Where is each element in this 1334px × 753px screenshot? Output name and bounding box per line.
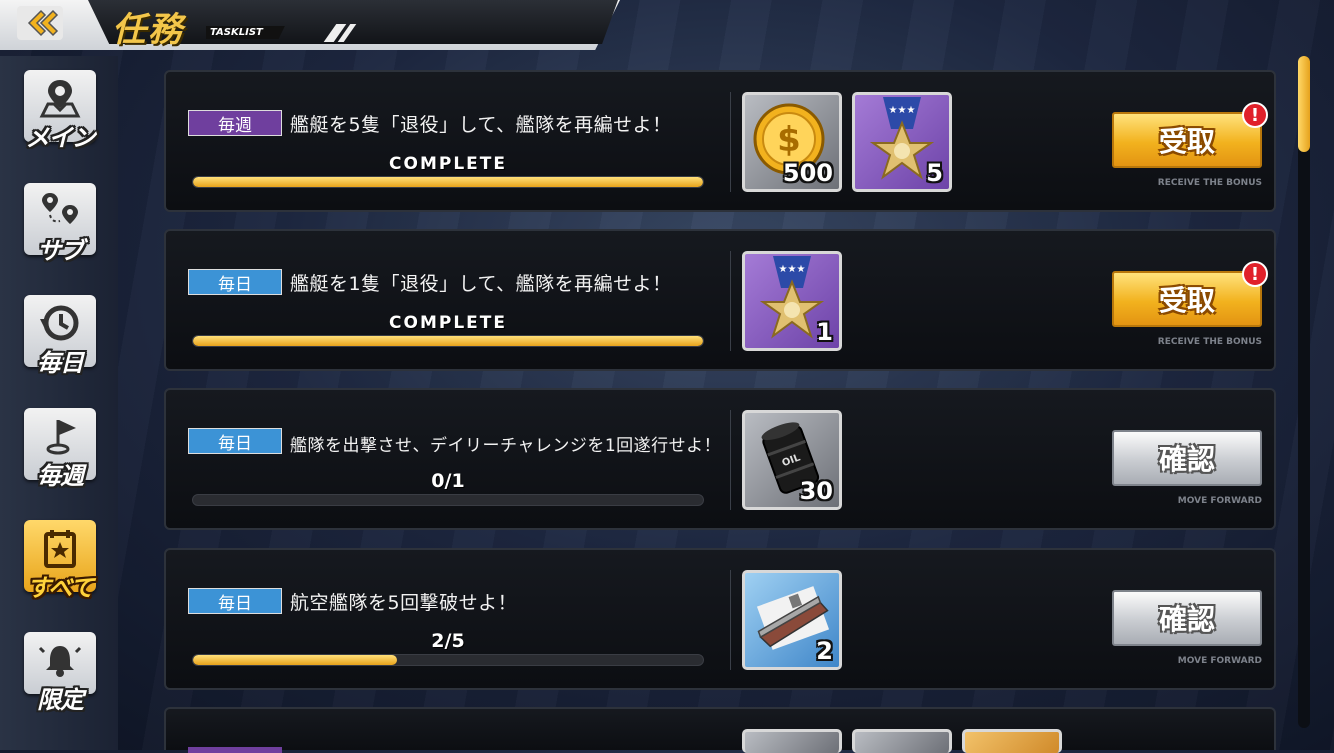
reward-count: 30 [799, 477, 833, 505]
task-card: 毎日 艦隊を出撃させ、デイリーチャレンジを1回遂行せよ！ 0/1 OIL 30 … [164, 388, 1276, 530]
task-description: 航空艦隊を5回撃破せよ！ [290, 592, 518, 614]
header-bar: 任務 TASKLIST [0, 0, 640, 52]
reward-oil: OIL 30 [742, 410, 842, 510]
svg-text:★★★: ★★★ [779, 264, 806, 275]
sidebar-item-label: サブ [37, 237, 84, 265]
action-caption: MOVE FORWARD [1177, 656, 1262, 666]
scrollbar-track[interactable] [1298, 56, 1310, 728]
reward-count: 500 [782, 159, 833, 187]
reward-count: 2 [816, 637, 833, 665]
reward-count: 1 [816, 318, 833, 346]
alert-badge: ! [1242, 102, 1268, 128]
calendar-star-icon [44, 530, 76, 568]
reward-coin [742, 729, 842, 753]
sidebar-item-sub[interactable]: サブ [24, 183, 96, 265]
progress-text: COMPLETE [389, 154, 507, 174]
action-caption: RECEIVE THE BONUS [1157, 337, 1262, 347]
scrollbar-thumb[interactable] [1298, 56, 1310, 152]
history-icon [40, 305, 79, 341]
confirm-button[interactable]: 確認 [1112, 430, 1262, 486]
action-caption: RECEIVE THE BONUS [1157, 178, 1262, 188]
progress-bar [192, 654, 704, 666]
confirm-button[interactable]: 確認 [1112, 590, 1262, 646]
sidebar-item-weekly[interactable]: 毎週 [24, 408, 96, 490]
svg-text:★★★: ★★★ [889, 105, 916, 116]
reward-oil [852, 729, 952, 753]
progress-text: 0/1 [431, 470, 465, 492]
task-tag: 毎日 [188, 269, 282, 295]
sidebar-item-label: 毎週 [37, 462, 84, 490]
bell-icon [38, 646, 82, 677]
sidebar-item-label: 限定 [37, 686, 84, 714]
task-card: 毎日 艦艇を1隻「退役」して、艦隊を再編せよ！ COMPLETE ★★★ 1 受… [164, 229, 1276, 371]
progress-text: 2/5 [431, 630, 465, 652]
task-tag: 毎日 [188, 588, 282, 614]
reward-item [962, 729, 1062, 753]
task-card: 毎週 艦艇を5隻「退役」して、艦隊を再編せよ！ COMPLETE $ 500 ★… [164, 70, 1276, 212]
reward-medal: ★★★ 5 [852, 92, 952, 192]
task-description: 艦艇を1隻「退役」して、艦隊を再編せよ！ [290, 273, 672, 295]
task-description: 艦艇を5隻「退役」して、艦隊を再編せよ！ [290, 114, 672, 136]
sidebar-item-label: メイン [25, 124, 96, 152]
progress-bar [192, 176, 704, 188]
task-description: 艦隊を出撃させ、デイリーチャレンジを1回遂行せよ！ [290, 436, 722, 456]
sidebar-item-all[interactable]: すべて [24, 520, 96, 602]
back-button[interactable] [0, 0, 80, 46]
reward-medal: ★★★ 1 [742, 251, 842, 351]
sidebar-item-limited[interactable]: 限定 [24, 632, 96, 714]
receive-button[interactable]: 受取 [1112, 271, 1262, 327]
progress-text: COMPLETE [389, 313, 507, 333]
reward-count: 5 [926, 159, 943, 187]
sidebar-item-label: すべて [26, 574, 94, 602]
action-caption: MOVE FORWARD [1177, 496, 1262, 506]
map-pin-icon [39, 80, 81, 118]
reward-carrier: 2 [742, 570, 842, 670]
alert-badge: ! [1242, 261, 1268, 287]
flag-icon [46, 420, 76, 455]
double-chevron-left-icon [17, 6, 63, 40]
receive-button[interactable]: 受取 [1112, 112, 1262, 168]
task-card: 毎日 航空艦隊を5回撃破せよ！ 2/5 2 確認 MOVE FORWARD [164, 548, 1276, 690]
page-title: 任務 [112, 10, 184, 50]
task-tag: 毎日 [188, 428, 282, 454]
route-icon [42, 193, 78, 224]
page-subtitle: TASKLIST [206, 26, 285, 39]
progress-bar [192, 335, 704, 347]
sidebar-item-label: 毎日 [37, 349, 84, 377]
progress-bar [192, 494, 704, 506]
task-card [164, 707, 1276, 753]
sidebar-item-daily[interactable]: 毎日 [24, 295, 96, 377]
sidebar-item-main[interactable]: メイン [24, 70, 96, 152]
svg-text:$: $ [777, 120, 801, 160]
task-tag: 毎週 [188, 110, 282, 136]
task-tag [188, 747, 282, 753]
reward-coin: $ 500 [742, 92, 842, 192]
